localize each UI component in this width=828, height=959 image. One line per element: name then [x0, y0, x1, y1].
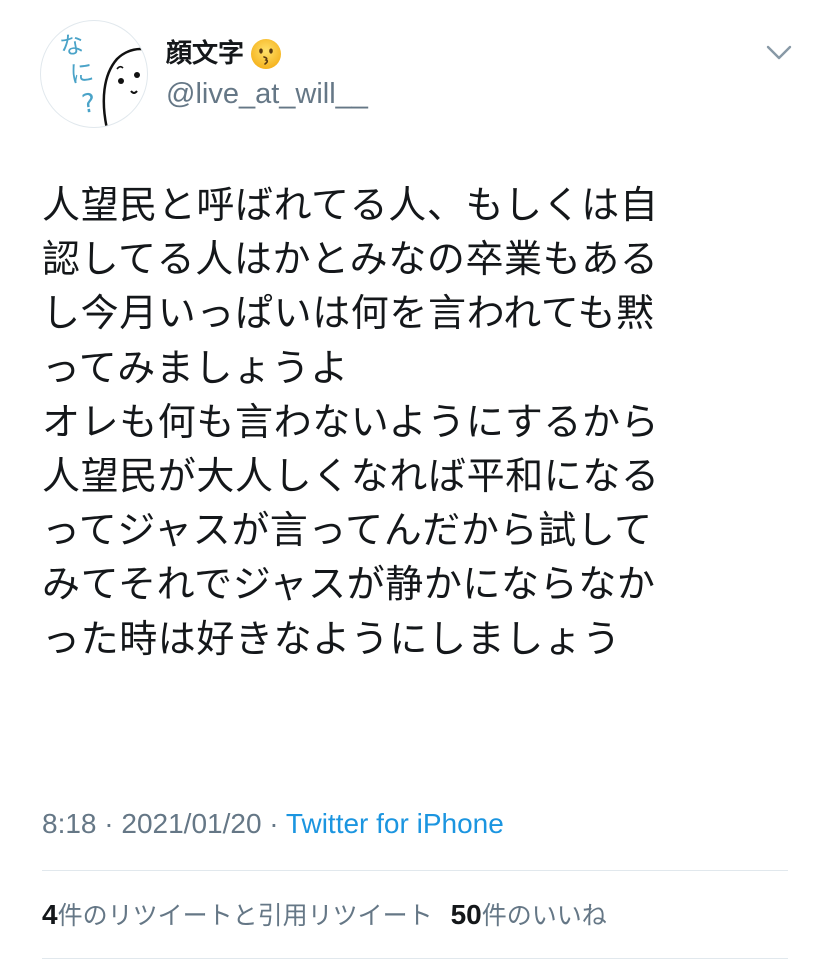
svg-text:?: ? — [80, 88, 98, 120]
tweet-source-link[interactable]: Twitter for iPhone — [286, 808, 504, 839]
tweet-line: 認してる人はかとみなの卒業もある — [42, 237, 659, 282]
tweet-line: ってジャスが言ってんだから試して — [42, 508, 653, 553]
tweet-stats: 4件のリツイートと引用リツイート 50件のいいね — [42, 897, 607, 934]
tweet-line: みてそれでジャスが静かにならなか — [42, 562, 656, 607]
tweet-line: 人望民と呼ばれてる人、もしくは自 — [42, 183, 659, 227]
tweet-time[interactable]: 8:18 — [42, 808, 97, 839]
divider — [42, 870, 788, 871]
likes-count: 50 — [450, 899, 482, 930]
chevron-down-icon[interactable] — [762, 38, 796, 66]
nani-question-character-icon: な に ? — [58, 30, 147, 127]
likes-label: 件のいいね — [481, 901, 607, 930]
kissing-face-emoji-icon — [250, 38, 282, 70]
retweets-label: 件のリツイートと引用リツイート — [57, 901, 433, 930]
tweet-line: し今月いっぱいは何を言われても黙 — [42, 291, 655, 336]
tweet-line: ってみましょうよ — [42, 345, 349, 390]
tweet-line: った時は好きなようにしましょう — [42, 616, 622, 661]
display-name-row[interactable]: 顔文字 — [166, 34, 282, 74]
tweet-card: な に ? 顔文字 @live_at_will__ 人望民と呼ばれてる人、もしく… — [0, 0, 828, 959]
tweet-meta: 8:18 · 2021/01/20 · Twitter for iPhone — [42, 806, 504, 842]
eye-left — [118, 78, 124, 84]
tweet-line: 人望民が大人しくなれば平和になる — [42, 454, 660, 499]
display-name[interactable]: 顔文字 — [166, 41, 244, 67]
tweet-line: オレも何も言わないようにするから — [42, 399, 660, 444]
tweet-date[interactable]: 2021/01/20 — [121, 808, 261, 839]
tweet-text: 人望民と呼ばれてる人、もしくは自 認してる人はかとみなの卒業もある し今月いっぱ… — [42, 178, 792, 666]
likes-stat[interactable]: 50件のいいね — [451, 897, 607, 934]
svg-text:に: に — [68, 58, 96, 89]
eye-right — [134, 72, 140, 78]
retweets-count: 4 — [42, 899, 58, 930]
avatar[interactable]: な に ? — [40, 20, 148, 128]
retweets-stat[interactable]: 4件のリツイートと引用リツイート — [42, 897, 433, 934]
meta-separator: · — [96, 808, 122, 839]
avatar-text: な — [58, 30, 86, 61]
meta-separator: · — [261, 808, 286, 839]
user-handle[interactable]: @live_at_will__ — [166, 76, 368, 112]
